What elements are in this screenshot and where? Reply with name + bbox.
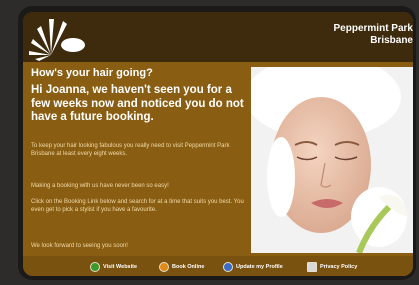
body-paragraph-4: We look forward to seeing you soon! bbox=[31, 243, 128, 249]
email-card: Peppermint Park Brisbane How's your hair… bbox=[23, 12, 413, 276]
body-paragraph-2: Making a booking with us have never been… bbox=[31, 183, 169, 189]
privacy-policy-link[interactable]: Privacy Policy bbox=[307, 261, 357, 272]
greeting-heading: How's your hair going? bbox=[31, 67, 153, 79]
update-profile-link[interactable]: Update my Profile bbox=[223, 261, 283, 272]
update-profile-label: Update my Profile bbox=[236, 263, 283, 270]
calendar-icon bbox=[159, 261, 169, 272]
footer-links-bar: Visit Website Book Online Update my Prof… bbox=[23, 256, 413, 276]
book-online-link[interactable]: Book Online bbox=[159, 261, 204, 272]
book-online-label: Book Online bbox=[172, 263, 205, 270]
email-header: Peppermint Park Brisbane bbox=[23, 12, 413, 62]
brand-name: Peppermint Park Brisbane bbox=[253, 23, 413, 47]
sunburst-logo-icon bbox=[29, 19, 85, 61]
spa-portrait-image bbox=[251, 67, 413, 253]
spa-woman-photo bbox=[251, 67, 413, 253]
person-icon bbox=[223, 261, 233, 272]
body-paragraph-1: To keep your hair looking fabulous you r… bbox=[31, 143, 230, 157]
privacy-policy-label: Privacy Policy bbox=[320, 263, 358, 270]
body-paragraph-3: Click on the Booking Link below and sear… bbox=[31, 199, 244, 213]
document-icon bbox=[307, 261, 317, 272]
globe-icon bbox=[90, 261, 100, 272]
brand-line-1: Peppermint Park bbox=[333, 23, 413, 34]
visit-website-label: Visit Website bbox=[103, 263, 138, 270]
visit-website-link[interactable]: Visit Website bbox=[90, 261, 137, 272]
brand-line-2: Brisbane bbox=[370, 35, 413, 46]
headline-text: Hi Joanna, we haven't seen you for a few… bbox=[31, 84, 244, 123]
